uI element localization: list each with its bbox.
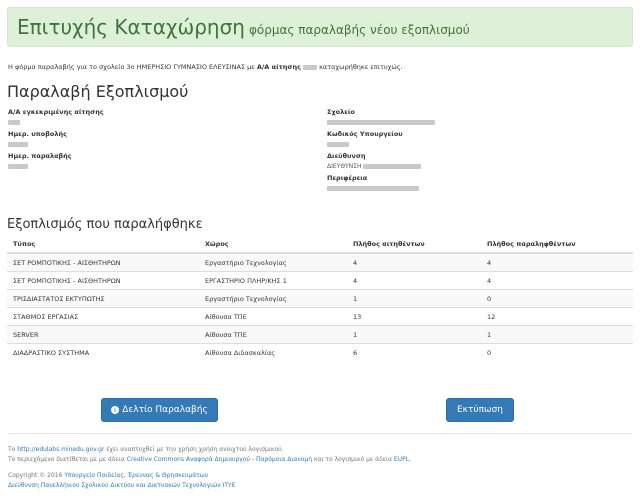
cell-type: ΣΕΤ ΡΟΜΠΟΤΙΚΗΣ - ΑΙΣΘΗΤΗΡΩΝ	[7, 252, 199, 272]
cell-received: 0	[481, 343, 633, 361]
receipt-button-label: Δελτίο Παραλαβής	[122, 405, 208, 415]
cell-received: 1	[481, 325, 633, 344]
banner-subtitle: φόρμας παραλαβής νέου εξοπλισμού	[248, 23, 470, 37]
ministry-code-value	[327, 141, 349, 148]
cell-type: ΔΙΑΔΡΑΣΤΙΚΟ ΣΥΣΤΗΜΑ	[7, 343, 199, 361]
cell-requested: 4	[347, 252, 481, 272]
cell-requested: 1	[347, 325, 481, 344]
region-label: Περιφέρεια	[327, 174, 368, 182]
download-icon: ⇩	[111, 406, 120, 414]
cc-license-link[interactable]: Creative Commons Αναφορά Δημιουργού - Πα…	[127, 456, 312, 463]
footer-directorate: Διεύθυνση Πανελλήνιου Σχολικού Δικτύου κ…	[8, 482, 235, 489]
cell-received: 4	[481, 252, 633, 272]
school-label: Σχολείο	[327, 108, 355, 116]
column-header-type: Τύπος	[7, 236, 199, 254]
table-row: ΣΤΑΘΜΟΣ ΕΡΓΑΣΙΑΣ Αίθουσα ΤΠΕ 13 12	[7, 307, 633, 326]
cell-type: ΣΤΑΘΜΟΣ ΕΡΓΑΣΙΑΣ	[7, 307, 199, 326]
banner-title: Επιτυχής Καταχώρηση φόρμας παραλαβής νέου…	[17, 15, 470, 39]
receipt-date-value	[8, 163, 28, 170]
table-header-row: Τύπος Χώρος Πλήθος αιτηθέντων Πλήθος παρ…	[7, 236, 633, 254]
cell-type: ΣΕΤ ΡΟΜΠΟΤΙΚΗΣ - ΑΙΣΘΗΤΗΡΩΝ	[7, 271, 199, 290]
cell-room: Εργαστήριο Τεχνολογίας	[199, 252, 347, 272]
table-row: ΤΡΙΣΔΙΑΣΤΑΤΟΣ ΕΚΤΥΠΩΤΗΣ Εργαστήριο Τεχνο…	[7, 289, 633, 308]
cell-requested: 4	[347, 271, 481, 290]
column-header-received: Πλήθος παραληφθέντων	[481, 236, 633, 254]
cell-room: Αίθουσα Διδασκαλίας	[199, 343, 347, 361]
ministry-link[interactable]: Υπουργείο Παιδείας, Έρευνας & Θρησκευμάτ…	[64, 472, 208, 479]
equipment-table: Τύπος Χώρος Πλήθος αιτηθέντων Πλήθος παρ…	[7, 236, 633, 361]
column-header-room: Χώρος	[199, 236, 347, 254]
cell-room: Αίθουσα ΤΠΕ	[199, 325, 347, 344]
cell-room: Αίθουσα ΤΠΕ	[199, 307, 347, 326]
cell-requested: 6	[347, 343, 481, 361]
table-row: ΔΙΑΔΡΑΣΤΙΚΟ ΣΥΣΤΗΜΑ Αίθουσα Διδασκαλίας …	[7, 343, 633, 361]
cell-type: ΤΡΙΣΔΙΑΣΤΑΤΟΣ ΕΚΤΥΠΩΤΗΣ	[7, 289, 199, 308]
table-row: ΣΕΤ ΡΟΜΠΟΤΙΚΗΣ - ΑΙΣΘΗΤΗΡΩΝ ΕΡΓΑΣΤΗΡΙΟ Π…	[7, 271, 633, 290]
school-value	[327, 119, 435, 126]
submission-date-value	[8, 141, 28, 148]
success-banner: Επιτυχής Καταχώρηση φόρμας παραλαβής νέου…	[7, 7, 633, 47]
cell-received: 12	[481, 307, 633, 326]
column-header-requested: Πλήθος αιτηθέντων	[347, 236, 481, 254]
eupl-link[interactable]: EUPL.	[394, 456, 411, 463]
print-button-label: Εκτύπωση	[457, 405, 503, 415]
receipt-date-label: Ημερ. παραλαβής	[8, 152, 72, 160]
footer-line-2: Το περιεχόμενο διατίθεται με με άδεια Cr…	[8, 456, 411, 463]
directorate-label: Διεύθυνση	[327, 152, 366, 160]
footer-line-1: Το http://edulabs.minedu.gov.gr έχει ανα…	[8, 446, 284, 453]
approved-application-value	[8, 119, 20, 126]
print-button[interactable]: Εκτύπωση	[446, 398, 514, 422]
ministry-code-label: Κωδικός Υπουργείου	[327, 130, 403, 138]
footer-copyright: Copyright © 2016 Υπουργείο Παιδείας, Έρε…	[8, 472, 209, 479]
edulabs-link[interactable]: http://edulabs.minedu.gov.gr	[17, 446, 104, 453]
directorate-value: ΔΙΕΥΘΥΝΣΗ	[327, 163, 422, 170]
cell-received: 4	[481, 271, 633, 290]
submission-date-label: Ημερ. υποβολής	[8, 130, 67, 138]
approved-application-label: Α/Α εγκεκριμένης αίτησης	[8, 108, 104, 116]
receipt-heading: Παραλαβή Εξοπλισμού	[7, 82, 189, 101]
cell-requested: 13	[347, 307, 481, 326]
cell-room: ΕΡΓΑΣΤΗΡΙΟ ΠΛΗΡ/ΚΗΣ 1	[199, 271, 347, 290]
receipt-download-button[interactable]: ⇩ Δελτίο Παραλαβής	[101, 398, 218, 422]
directorate-link[interactable]: Διεύθυνση Πανελλήνιου Σχολικού Δικτύου κ…	[8, 482, 235, 489]
cell-type: SERVER	[7, 325, 199, 344]
redacted-application-id	[303, 64, 317, 70]
cell-requested: 1	[347, 289, 481, 308]
region-value	[327, 185, 419, 192]
footer-divider	[7, 433, 633, 434]
cell-received: 0	[481, 289, 633, 308]
equipment-heading: Εξοπλισμός που παραλήφθηκε	[7, 217, 203, 232]
table-row: ΣΕΤ ΡΟΜΠΟΤΙΚΗΣ - ΑΙΣΘΗΤΗΡΩΝ Εργαστήριο Τ…	[7, 252, 633, 272]
intro-message: Η φόρμα παραλαβής για το σχολείο 3ο ΗΜΕΡ…	[8, 63, 403, 71]
cell-room: Εργαστήριο Τεχνολογίας	[199, 289, 347, 308]
table-row: SERVER Αίθουσα ΤΠΕ 1 1	[7, 325, 633, 344]
application-id-label: Α/Α αίτησης	[256, 63, 301, 71]
